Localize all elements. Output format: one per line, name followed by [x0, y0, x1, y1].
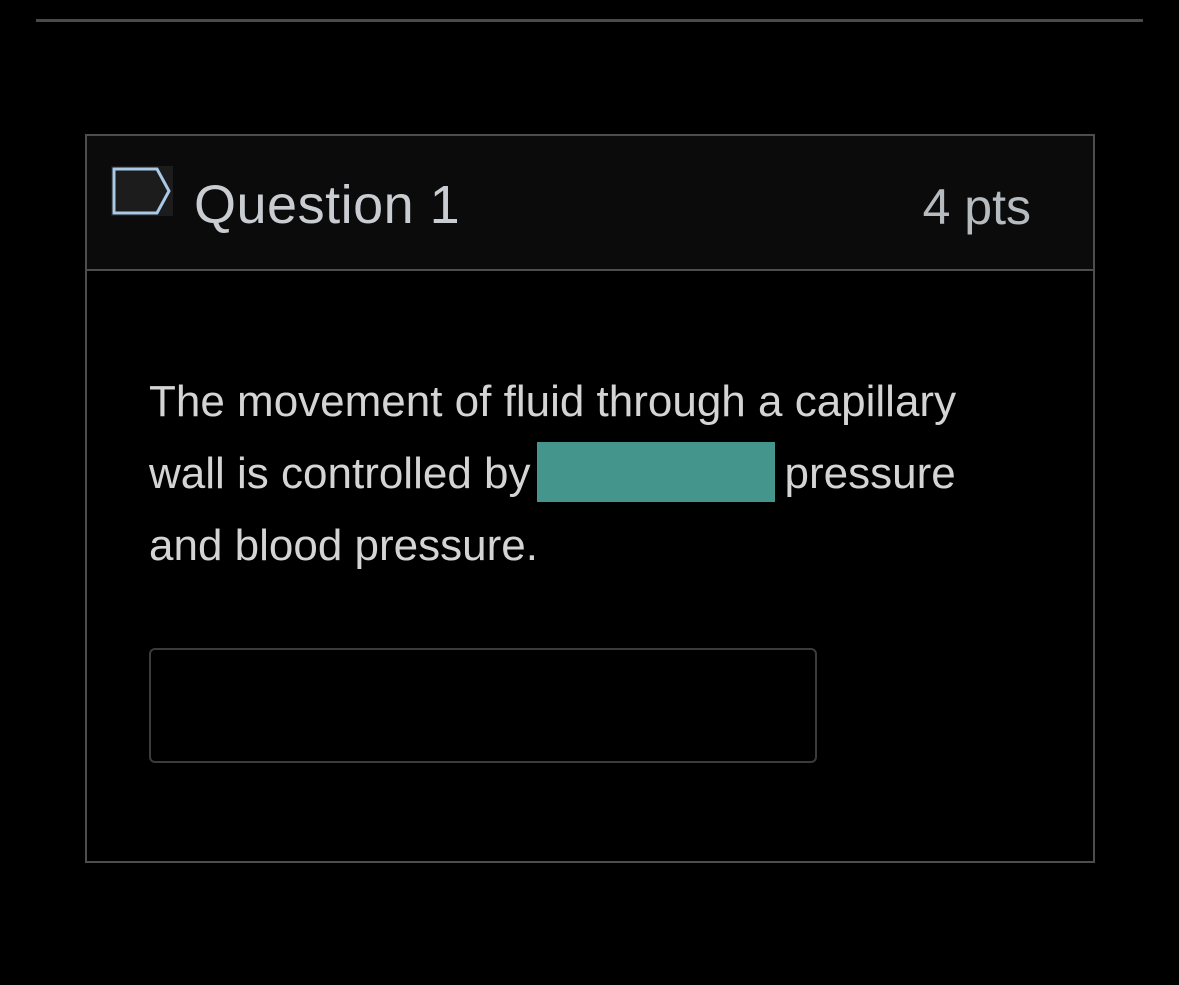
question-card: Question 1 4 pts The movement of fluid t… — [85, 134, 1095, 863]
flag-bookmark-icon[interactable] — [111, 166, 173, 216]
answer-input[interactable] — [149, 648, 817, 763]
question-title: Question 1 — [194, 175, 461, 235]
top-divider — [36, 19, 1143, 22]
question-text: The movement of fluid through a capillar… — [149, 366, 1029, 582]
question-points: 4 pts — [922, 179, 1031, 235]
question-header: Question 1 4 pts — [87, 136, 1093, 271]
blank-highlight — [536, 442, 775, 503]
